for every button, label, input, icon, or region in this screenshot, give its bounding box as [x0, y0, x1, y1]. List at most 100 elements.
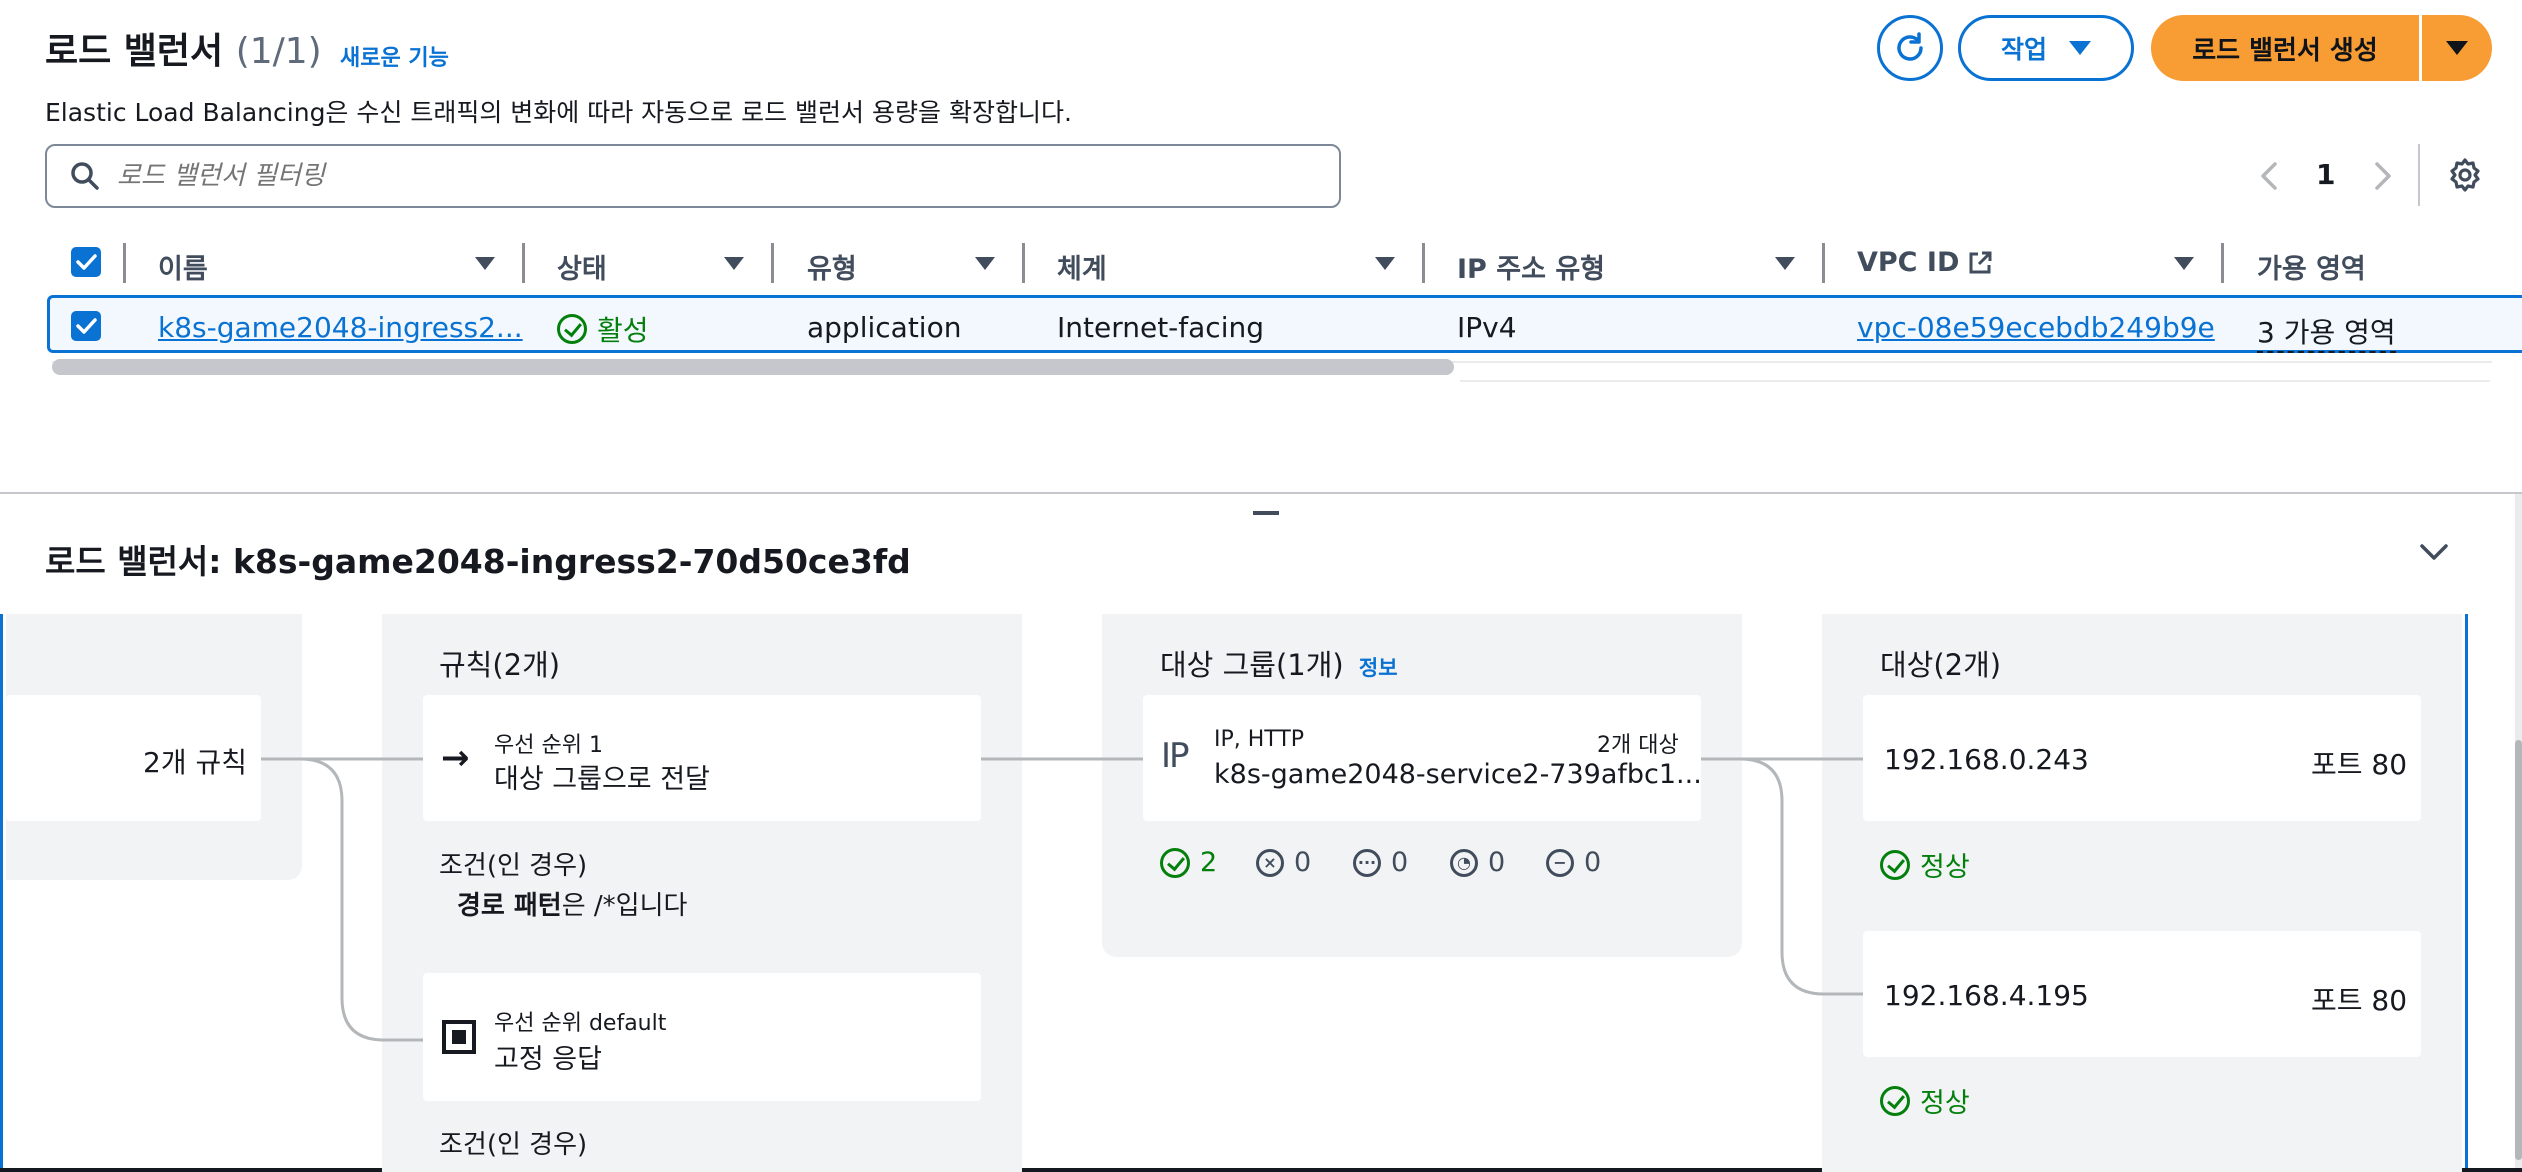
rule-priority: 우선 순위 default [494, 1011, 667, 1036]
ip-target-icon: IP [1161, 736, 1189, 776]
cell-ip-type: IPv4 [1457, 311, 1517, 344]
stat-unavailable: − 0 [1546, 847, 1601, 878]
healthy-icon [1880, 849, 1910, 880]
rule-priority: 우선 순위 1 [494, 733, 603, 758]
stat-unused: ··· 0 [1353, 847, 1408, 878]
actions-label: 작업 [2000, 35, 2047, 64]
column-header-status[interactable]: 상태 [557, 247, 607, 286]
column-header-scheme[interactable]: 체계 [1057, 247, 1107, 286]
detail-title: 로드 밸런서: k8s-game2048-ingress2-70d50ce3fd [45, 542, 911, 581]
targets-title: 대상(2개) [1880, 648, 2002, 682]
stat-healthy-count: 2 [1200, 847, 1218, 878]
target-health: 정상 [1880, 845, 1970, 884]
external-link-icon [1969, 251, 1992, 273]
target-ip: 192.168.4.195 [1884, 979, 2089, 1012]
fixed-response-icon [442, 1020, 476, 1054]
target-groups-title-text: 대상 그룹(1개) [1160, 648, 1344, 682]
status-text: 활성 [597, 314, 649, 347]
stat-unavailable-count: 0 [1584, 847, 1602, 878]
rules-title: 규칙(2개) [439, 648, 561, 682]
gear-icon[interactable] [2447, 157, 2483, 193]
create-options-dropdown[interactable] [2422, 15, 2492, 81]
cell-type: application [807, 311, 962, 344]
column-header-vpc-label: VPC ID [1857, 247, 1960, 278]
sort-icon[interactable] [724, 257, 744, 270]
sort-icon[interactable] [975, 257, 995, 270]
pagination-current-page[interactable]: 1 [2316, 158, 2335, 191]
pagination-prev-icon[interactable] [2255, 160, 2285, 192]
listener-rules-count: 2개 규칙 [143, 746, 247, 779]
column-separator[interactable] [2221, 243, 2224, 283]
target-health-text: 정상 [1920, 852, 1970, 883]
cell-scheme: Internet-facing [1057, 311, 1264, 344]
target-health: 정상 [1880, 1081, 1970, 1120]
column-separator[interactable] [1822, 243, 1825, 283]
target-group-name: k8s-game2048-service2-739afbc1... [1214, 759, 1702, 790]
vertical-scrollbar-thumb[interactable] [2515, 740, 2522, 1160]
refresh-icon [1897, 32, 1923, 61]
check-icon [76, 254, 97, 270]
sort-icon[interactable] [1375, 257, 1395, 270]
column-separator[interactable] [522, 243, 525, 283]
check-icon [76, 318, 97, 334]
rule-action: 고정 응답 [494, 1044, 602, 1075]
resize-handle[interactable] [1253, 511, 1279, 515]
forward-arrow-icon: → [441, 738, 470, 778]
unavailable-icon: − [1546, 848, 1574, 877]
column-header-az[interactable]: 가용 영역 [2257, 247, 2366, 286]
column-separator [123, 243, 126, 283]
sort-icon[interactable] [2174, 257, 2194, 270]
actions-button[interactable]: 작업 [1958, 15, 2134, 81]
rule-condition-title: 조건(인 경우) [439, 851, 588, 881]
filter-input[interactable] [115, 160, 1219, 192]
target-groups-title: 대상 그룹(1개) 정보 [1160, 642, 1398, 684]
stat-unused-count: 0 [1391, 847, 1409, 878]
column-header-type[interactable]: 유형 [807, 247, 857, 286]
column-header-ip-type[interactable]: IP 주소 유형 [1457, 247, 1605, 286]
healthy-icon [1880, 1085, 1910, 1116]
filter-box[interactable] [45, 144, 1341, 208]
status-badge: 활성 [557, 309, 649, 349]
target-health-text: 정상 [1920, 1088, 1970, 1119]
pagination-next-icon[interactable] [2367, 160, 2397, 192]
unhealthy-icon: × [1256, 848, 1284, 877]
column-separator[interactable] [1422, 243, 1425, 283]
vpc-id-link[interactable]: vpc-08e59ecebdb249b9e [1857, 311, 2215, 344]
target-port: 포트 80 [2311, 984, 2408, 1017]
stat-unhealthy: × 0 [1256, 847, 1311, 878]
column-separator[interactable] [771, 243, 774, 283]
cell-availability-zones[interactable]: 3 가용 영역 [2257, 311, 2396, 353]
stat-healthy: 2 [1160, 847, 1217, 878]
new-feature-link[interactable]: 새로운 기능 [340, 40, 449, 72]
target-port: 포트 80 [2311, 748, 2408, 781]
stat-draining-count: 0 [1488, 847, 1506, 878]
target-group-protocol: IP, HTTP [1214, 727, 1305, 752]
refresh-button[interactable] [1877, 15, 1943, 81]
horizontal-scrollbar-thumb[interactable] [52, 359, 1454, 375]
chevron-down-icon[interactable] [2418, 541, 2450, 563]
draining-icon: ◔ [1450, 848, 1478, 877]
select-all-checkbox[interactable] [71, 247, 101, 277]
pagination-divider [2418, 144, 2420, 206]
create-load-balancer-button[interactable]: 로드 밸런서 생성 [2151, 15, 2419, 81]
status-ok-icon [557, 314, 587, 344]
unused-icon: ··· [1353, 848, 1381, 877]
stat-draining: ◔ 0 [1450, 847, 1505, 878]
rule-condition-key: 경로 패턴 [457, 891, 562, 921]
healthy-icon [1160, 847, 1190, 878]
stat-unhealthy-count: 0 [1294, 847, 1312, 878]
column-header-name[interactable]: 이름 [158, 247, 208, 286]
page-title-text: 로드 밸런서 [45, 31, 224, 72]
rule-condition: 경로 패턴은 /*입니다 [457, 885, 687, 922]
sort-icon[interactable] [475, 257, 495, 270]
column-separator[interactable] [1022, 243, 1025, 283]
column-header-vpc[interactable]: VPC ID [1857, 247, 1993, 278]
sort-icon[interactable] [1775, 257, 1795, 270]
caret-down-icon [2069, 41, 2091, 55]
rule-condition-title: 조건(인 경우) [439, 1130, 588, 1160]
info-link[interactable]: 정보 [1359, 656, 1398, 680]
row-checkbox[interactable] [71, 311, 101, 341]
rule-condition-value: 은 /*입니다 [561, 891, 688, 921]
caret-down-icon [2446, 41, 2468, 55]
load-balancer-name-link[interactable]: k8s-game2048-ingress2... [158, 311, 523, 344]
